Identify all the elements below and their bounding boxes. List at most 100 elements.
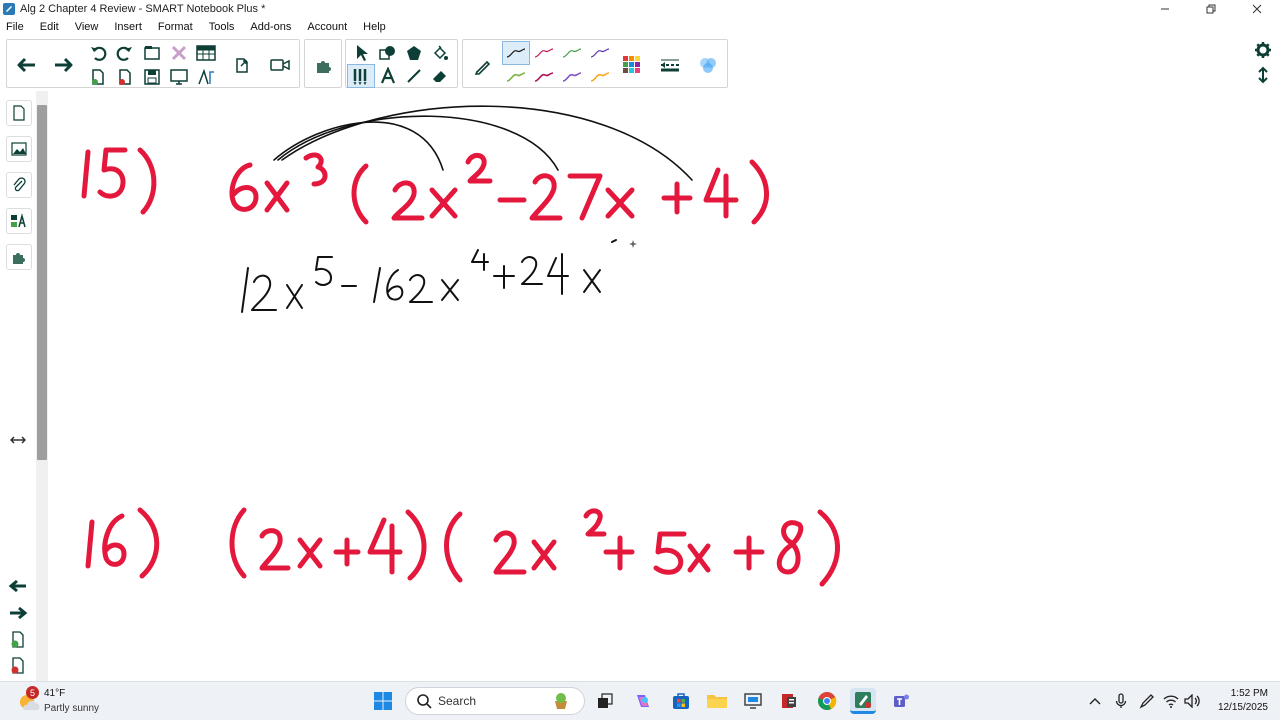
wifi-icon[interactable] [1162, 692, 1180, 710]
pen-preset-magenta[interactable] [531, 42, 557, 64]
remove-page-icon[interactable] [9, 657, 27, 678]
window-title: Alg 2 Chapter 4 Review - SMART Notebook … [20, 3, 266, 15]
menu-insert[interactable]: Insert [112, 21, 144, 33]
menu-edit[interactable]: Edit [38, 21, 61, 33]
pen-tools-icon[interactable] [347, 64, 375, 88]
new-page-icon[interactable] [87, 66, 109, 88]
problem-15-number [81, 147, 157, 215]
close-icon[interactable] [1234, 0, 1280, 18]
properties-icon[interactable] [6, 208, 32, 234]
polygon-icon[interactable] [402, 42, 426, 64]
taskbar: 5 41°F Partly sunny Search 1:52 PM 12/15… [0, 681, 1280, 720]
chrome-icon[interactable] [814, 688, 840, 714]
sidebar-resize-icon[interactable] [9, 434, 27, 448]
pen-preset-violet[interactable] [559, 66, 585, 88]
shapes-icon[interactable] [376, 42, 400, 64]
volume-icon[interactable] [1184, 692, 1202, 710]
file-explorer-icon[interactable] [704, 688, 730, 714]
screen-shade-icon[interactable] [141, 42, 163, 64]
smart-notebook-app-icon [3, 3, 15, 15]
system-clock[interactable]: 1:52 PM 12/15/2025 [1218, 687, 1268, 715]
left-sidebar [0, 91, 36, 681]
delete-page-icon[interactable] [114, 66, 136, 88]
widgets-icon [555, 693, 567, 709]
pen-preset-yellow[interactable] [587, 66, 613, 88]
menu-help[interactable]: Help [361, 21, 388, 33]
add-page-icon[interactable] [9, 631, 27, 652]
whiteboard-canvas[interactable] [48, 91, 1280, 681]
problem-16-expression [229, 507, 840, 587]
forward-arrow-icon[interactable] [49, 50, 79, 80]
previous-page-icon[interactable] [8, 578, 28, 597]
menu-file[interactable]: File [4, 21, 26, 33]
menu-format[interactable]: Format [156, 21, 195, 33]
remote-icon[interactable] [740, 688, 766, 714]
menu-tools[interactable]: Tools [207, 21, 237, 33]
add-ons-icon[interactable] [311, 52, 337, 78]
task-view-icon[interactable] [592, 688, 618, 714]
gear-icon[interactable] [1252, 39, 1274, 61]
pen-preset-rose[interactable] [531, 66, 557, 88]
menu-view[interactable]: View [73, 21, 101, 33]
weather-desc: Partly sunny [44, 703, 100, 714]
weather-badge: 5 [26, 686, 39, 699]
minimize-icon[interactable] [1142, 0, 1188, 18]
move-toolbar-icon[interactable] [1252, 64, 1274, 86]
toolbar-group-pens [462, 39, 728, 88]
menu-add-ons[interactable]: Add-ons [248, 21, 293, 33]
sidebar-scrollbar[interactable] [37, 105, 47, 460]
pen-icon[interactable] [469, 52, 497, 80]
pen-preset-purple[interactable] [587, 42, 613, 64]
transparency-icon[interactable] [693, 50, 723, 80]
weather-widget[interactable]: 5 41°F Partly sunny [14, 686, 134, 718]
text-icon[interactable] [376, 65, 400, 87]
show-hidden-icons-icon[interactable] [1086, 692, 1104, 710]
eraser-icon[interactable] [428, 65, 452, 87]
line-style-icon[interactable] [655, 50, 685, 80]
clock-time: 1:52 PM [1230, 688, 1268, 699]
pen-menu-icon[interactable] [1138, 692, 1156, 710]
windows-start-icon[interactable] [370, 688, 396, 714]
attachments-icon[interactable] [6, 172, 32, 198]
copilot-icon[interactable] [630, 688, 656, 714]
save-icon[interactable] [141, 66, 163, 88]
display-icon[interactable] [168, 66, 190, 88]
problem-16-number [85, 507, 160, 579]
smart-notebook-icon[interactable] [850, 688, 876, 714]
fill-icon[interactable] [428, 42, 452, 64]
delete-icon[interactable] [168, 42, 190, 64]
line-icon[interactable] [402, 65, 426, 87]
problem-15-expression [229, 152, 769, 225]
office-icon[interactable] [776, 688, 802, 714]
next-page-icon[interactable] [8, 605, 28, 624]
colors-icon[interactable] [617, 50, 647, 80]
toolbar-group-page [6, 39, 300, 88]
open-window-icon[interactable] [229, 52, 255, 78]
search-input[interactable]: Search [405, 687, 585, 715]
ink-layer [81, 105, 840, 587]
title-bar: Alg 2 Chapter 4 Review - SMART Notebook … [0, 0, 1280, 18]
clock-date: 12/15/2025 [1217, 702, 1268, 713]
store-icon[interactable] [668, 688, 694, 714]
pen-preset-lime[interactable] [503, 66, 529, 88]
table-icon[interactable] [195, 42, 217, 64]
page-sorter-icon[interactable] [6, 100, 32, 126]
pen-preset-green[interactable] [559, 42, 585, 64]
restore-icon[interactable] [1188, 0, 1234, 18]
microphone-icon[interactable] [1112, 692, 1130, 710]
redo-icon[interactable] [114, 42, 136, 64]
undo-icon[interactable] [87, 42, 109, 64]
gallery-icon[interactable] [6, 136, 32, 162]
cursor-marker [629, 240, 637, 248]
problem-15-work [241, 239, 617, 313]
select-icon[interactable] [350, 42, 374, 64]
pen-preset-black[interactable] [502, 41, 530, 65]
add-ons-panel-icon[interactable] [6, 244, 32, 270]
toolbar-group-addons [304, 39, 342, 88]
measure-tools-icon[interactable] [195, 66, 217, 88]
toolbar [0, 37, 1280, 89]
menu-account[interactable]: Account [305, 21, 349, 33]
teams-icon[interactable] [888, 688, 914, 714]
back-arrow-icon[interactable] [11, 50, 41, 80]
record-icon[interactable] [267, 52, 293, 78]
